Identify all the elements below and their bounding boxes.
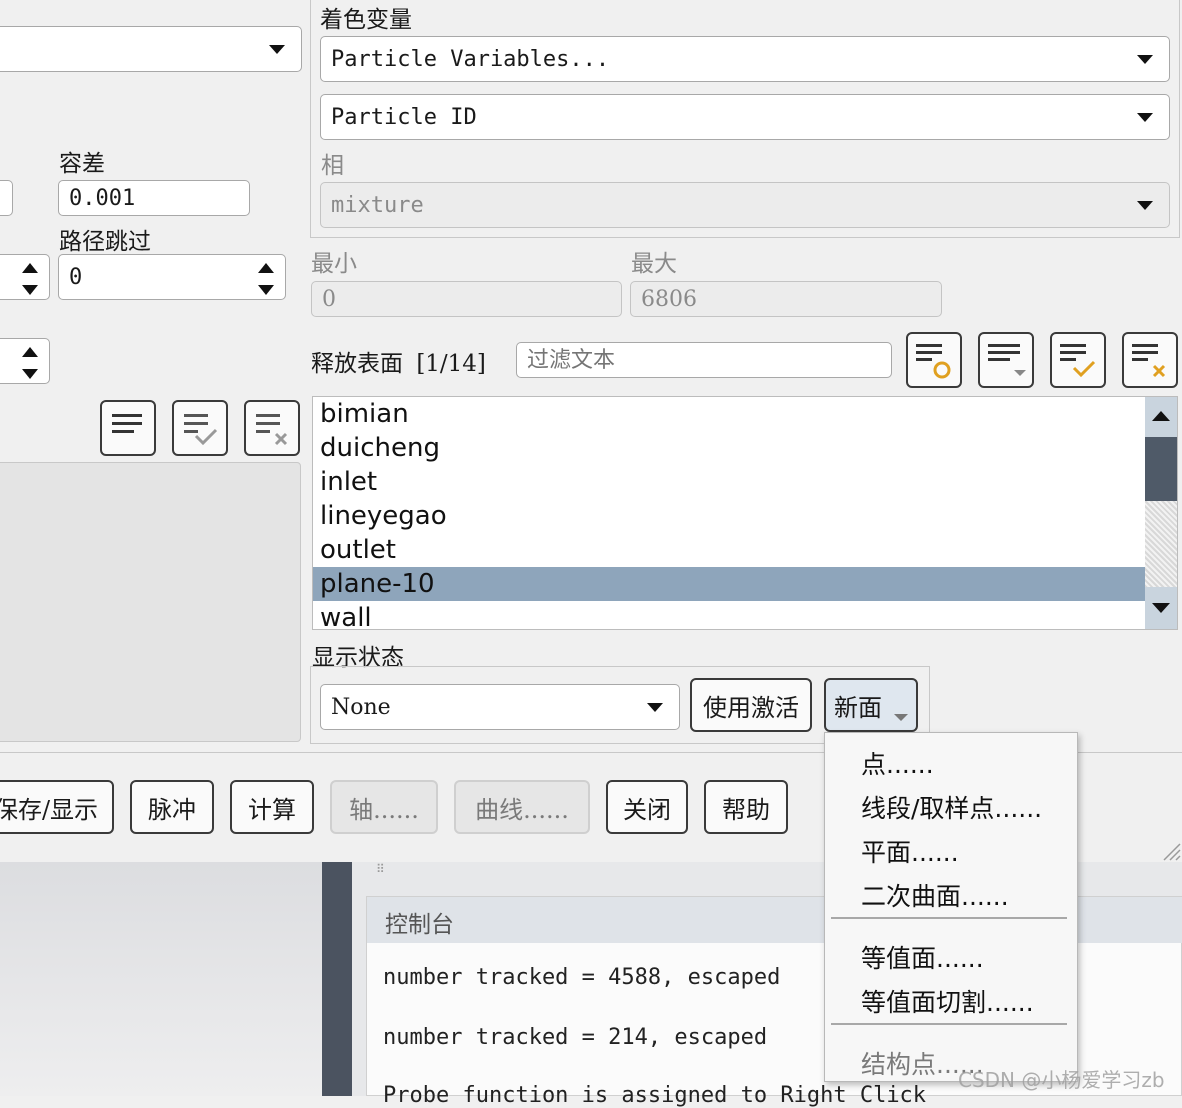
menu-item-point[interactable]: 点...... (861, 745, 934, 781)
surface-list-item[interactable]: outlet (313, 533, 1147, 567)
axes-button: 轴...... (330, 780, 438, 834)
list-check-icon (1060, 344, 1096, 378)
menu-separator (831, 917, 1067, 919)
scroll-track-hatched (1145, 501, 1177, 587)
deselect-all-button[interactable] (244, 400, 300, 456)
list-circle-icon (916, 344, 951, 379)
pulse-button[interactable]: 脉冲 (130, 780, 214, 834)
scroll-thumb[interactable] (1145, 437, 1177, 501)
chevron-down-icon (647, 703, 663, 712)
surface-list-item[interactable]: plane-10 (313, 567, 1147, 601)
list-check-icon (184, 414, 218, 446)
help-button[interactable]: 帮助 (704, 780, 788, 834)
min-input: 0 (311, 281, 622, 317)
new-surface-button[interactable]: 新面 (824, 678, 918, 732)
list-clear-icon (1132, 344, 1166, 378)
list-icon (112, 414, 142, 433)
partial-field-left[interactable] (0, 180, 13, 216)
left-spinner-2[interactable] (0, 338, 50, 384)
variable-dropdown[interactable]: Particle ID (320, 94, 1170, 140)
close-button[interactable]: 关闭 (606, 780, 688, 834)
menu-item-quadric[interactable]: 二次曲面...... (861, 877, 1009, 913)
console-line: number tracked = 4588, escaped (383, 965, 781, 990)
save-display-button[interactable]: 保存/显示 (0, 780, 114, 834)
surface-list-item[interactable]: bimian (313, 397, 1147, 431)
list-all-button[interactable] (100, 400, 156, 456)
console-line: number tracked = 214, escaped (383, 1025, 768, 1050)
scroll-up-arrow-icon[interactable] (1152, 411, 1170, 421)
spinner-arrows-icon[interactable] (21, 261, 39, 297)
path-skip-spinner[interactable]: 0 (58, 254, 286, 300)
chevron-down-icon (1137, 113, 1153, 122)
resize-grip-icon[interactable] (1160, 840, 1182, 862)
surface-select-all-button[interactable] (1050, 332, 1106, 388)
surface-list-item[interactable]: inlet (313, 465, 1147, 499)
release-surface-label: 释放表面 [1/14] (311, 351, 486, 377)
color-section-title: 着色变量 (320, 7, 412, 33)
menu-item-iso-surface[interactable]: 等值面...... (861, 939, 984, 975)
menu-item-iso-clip[interactable]: 等值面切割...... (861, 983, 1034, 1019)
surface-list-item[interactable]: duicheng (313, 431, 1147, 465)
compute-button[interactable]: 计算 (230, 780, 314, 834)
left-combo[interactable] (0, 26, 302, 72)
scroll-down-arrow-icon[interactable] (1152, 603, 1170, 613)
use-active-button[interactable]: 使用激活 (690, 678, 812, 732)
filter-input[interactable] (516, 342, 892, 378)
chevron-down-icon (1137, 201, 1153, 210)
menu-item-plane[interactable]: 平面...... (861, 833, 959, 869)
min-label: 最小 (311, 251, 357, 277)
category-dropdown[interactable]: Particle Variables... (320, 36, 1170, 82)
chevron-down-icon (269, 45, 285, 54)
surface-list-item[interactable]: lineyegao (313, 499, 1147, 533)
tolerance-label: 容差 (59, 151, 105, 177)
select-all-button[interactable] (172, 400, 228, 456)
chevron-down-icon (1137, 55, 1153, 64)
surface-list-item[interactable]: wall (313, 601, 1147, 629)
surface-create-button[interactable] (906, 332, 962, 388)
workspace-background (0, 862, 322, 1096)
tolerance-input[interactable]: 0.001 (58, 180, 250, 216)
max-label: 最大 (631, 251, 677, 277)
phase-dropdown: mixture (320, 182, 1170, 228)
menu-separator (831, 1023, 1067, 1025)
curves-button: 曲线...... (454, 780, 590, 834)
surface-items: bimian duicheng inlet lineyegao outlet plane-… (313, 397, 1147, 629)
chevron-down-icon (894, 714, 908, 721)
surface-list-menu-button[interactable] (978, 332, 1034, 388)
list-clear-icon (256, 414, 288, 446)
spinner-arrows-icon[interactable] (257, 261, 275, 297)
surface-list[interactable]: bimian duicheng inlet lineyegao outlet plane-… (312, 396, 1178, 630)
left-spinner-1[interactable] (0, 254, 50, 300)
workspace-splitter[interactable] (322, 862, 352, 1096)
release-surface-count: [1/14] (416, 351, 486, 377)
left-list-area[interactable] (0, 462, 301, 742)
display-state-dropdown[interactable]: None (320, 684, 680, 730)
phase-label: 相 (321, 153, 344, 179)
new-surface-menu: 点...... 线段/取样点...... 平面...... 二次曲面......… (824, 732, 1078, 1082)
console-title: 控制台 (385, 912, 454, 938)
list-scrollbar[interactable] (1145, 397, 1177, 629)
surface-deselect-all-button[interactable] (1122, 332, 1178, 388)
list-dropdown-icon (988, 344, 1026, 376)
menu-item-line-rake[interactable]: 线段/取样点...... (861, 789, 1042, 825)
max-input: 6806 (630, 281, 942, 317)
drag-handle-icon[interactable]: ⠿ (376, 863, 385, 875)
spinner-arrows-icon[interactable] (21, 345, 39, 381)
watermark: CSDN @小杨爱学习zb (958, 1068, 1165, 1092)
path-skip-label: 路径跳过 (59, 229, 151, 255)
